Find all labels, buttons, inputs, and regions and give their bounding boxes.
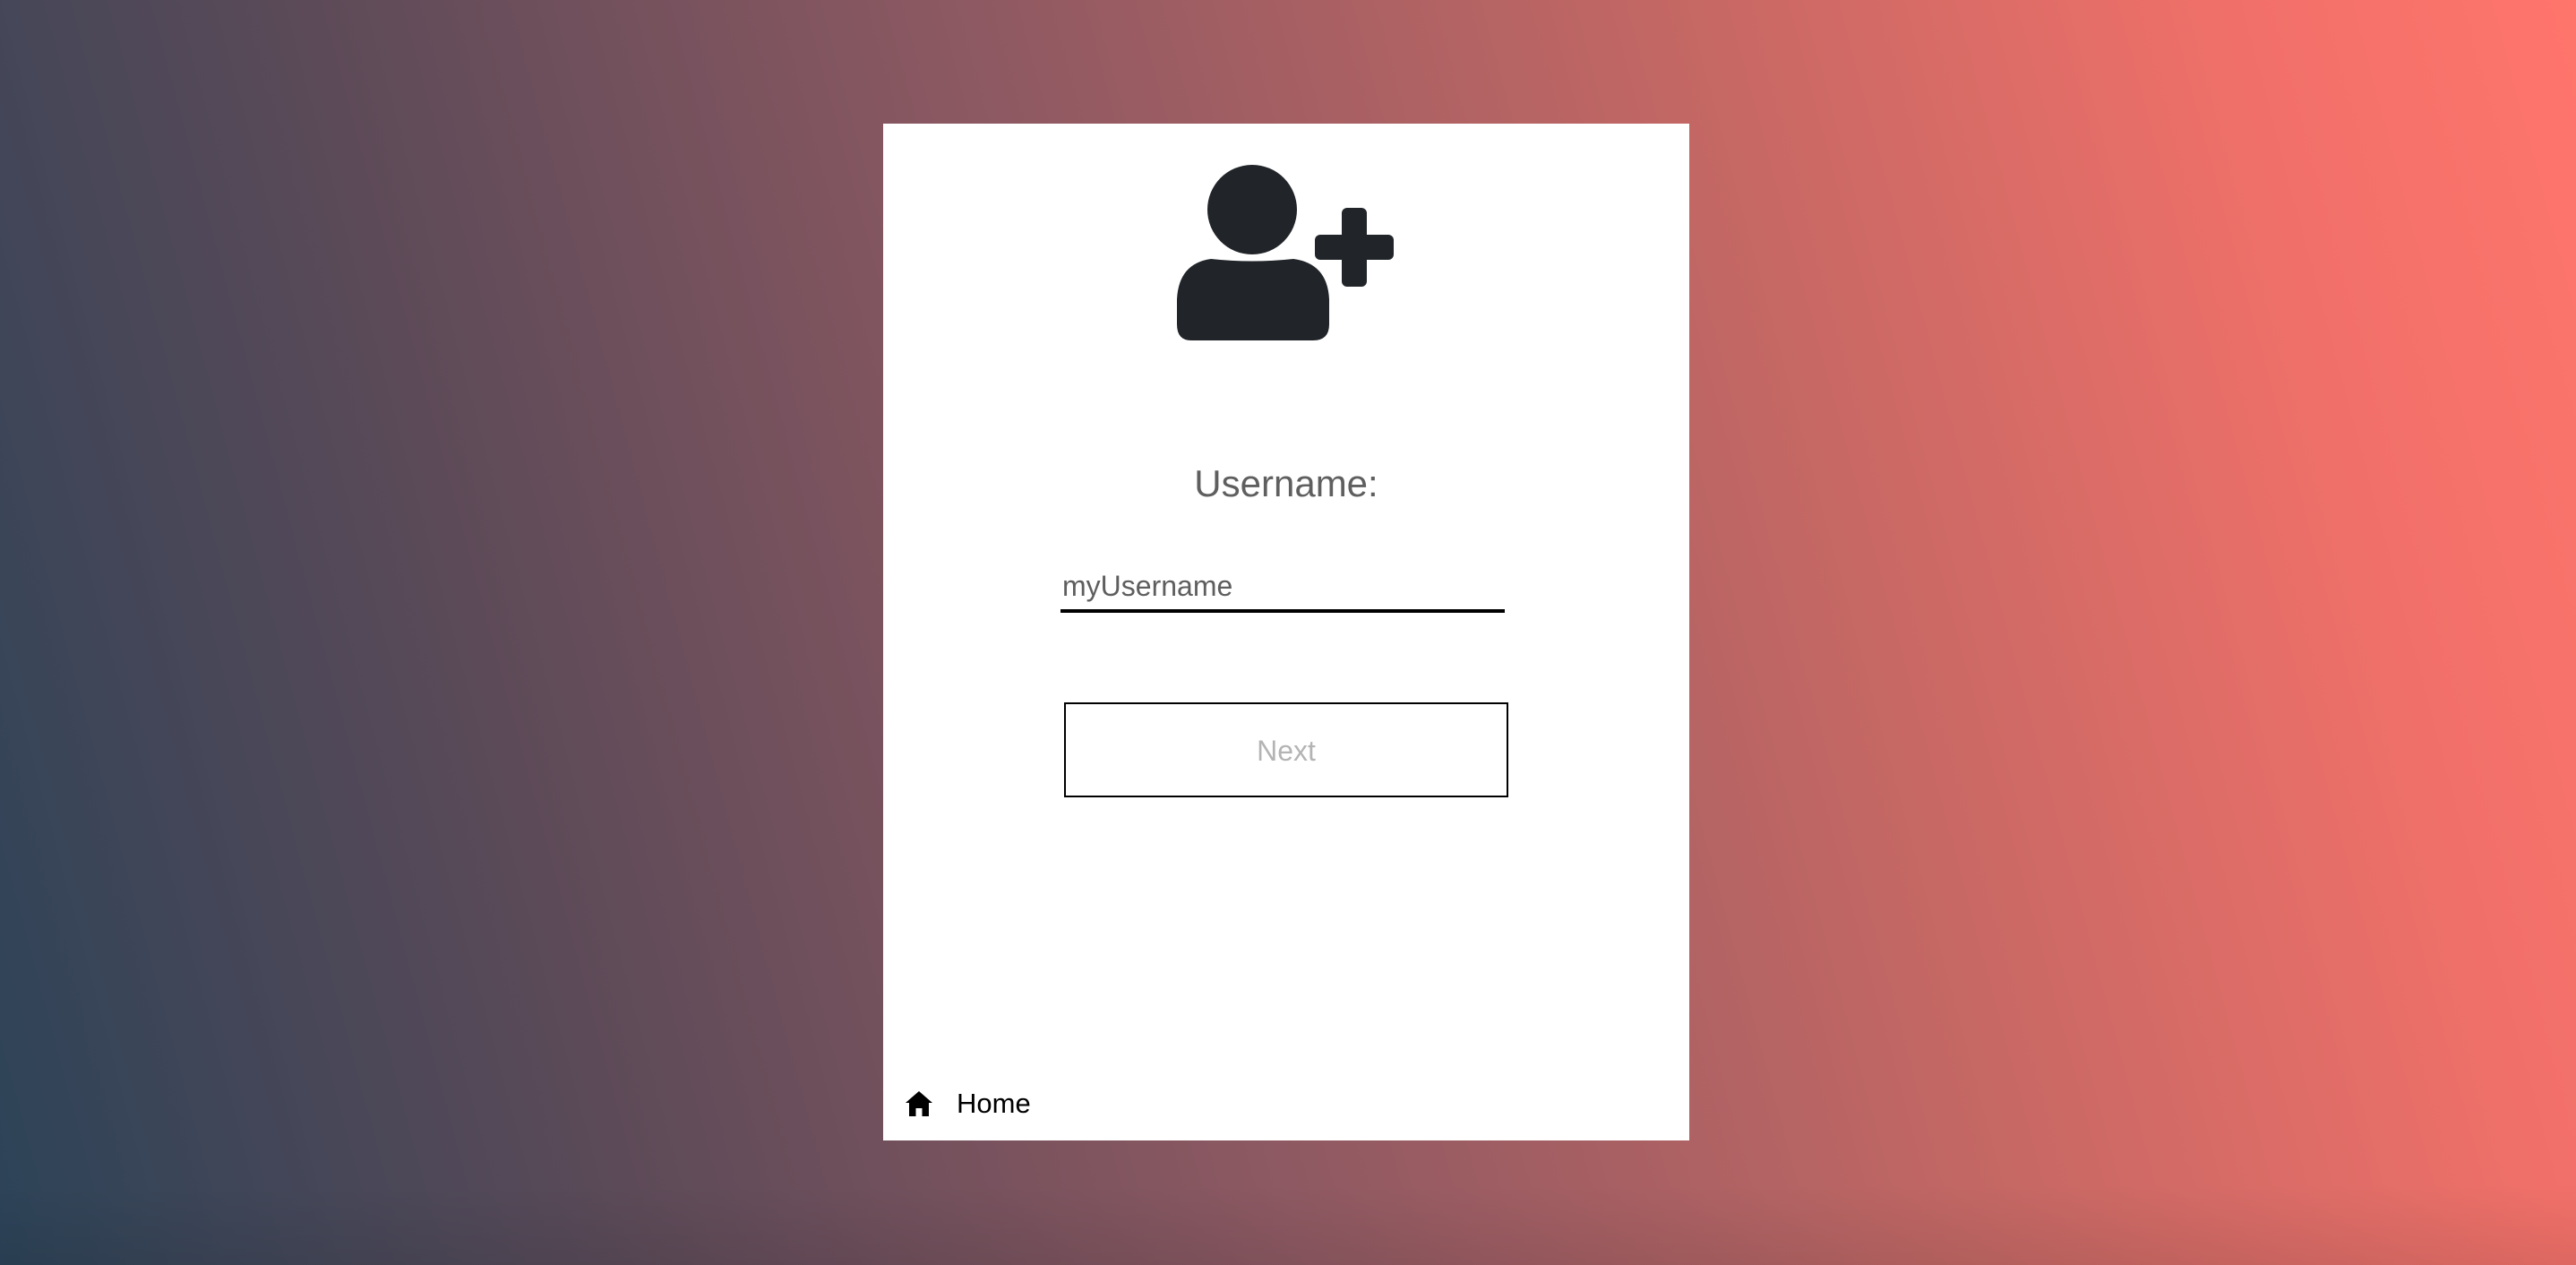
home-label: Home	[957, 1088, 1031, 1119]
user-plus-icon	[1177, 165, 1397, 340]
signup-card: Username: Next Home	[883, 124, 1689, 1140]
home-link[interactable]: Home	[905, 1079, 1031, 1129]
bottom-shade	[0, 1184, 2576, 1265]
page-background: { "signup": { "icon": "user-plus-icon", …	[0, 0, 2576, 1265]
username-input[interactable]	[1060, 563, 1505, 613]
next-button[interactable]: Next	[1064, 702, 1508, 797]
home-icon	[905, 1090, 933, 1117]
username-label: Username:	[1194, 462, 1378, 504]
